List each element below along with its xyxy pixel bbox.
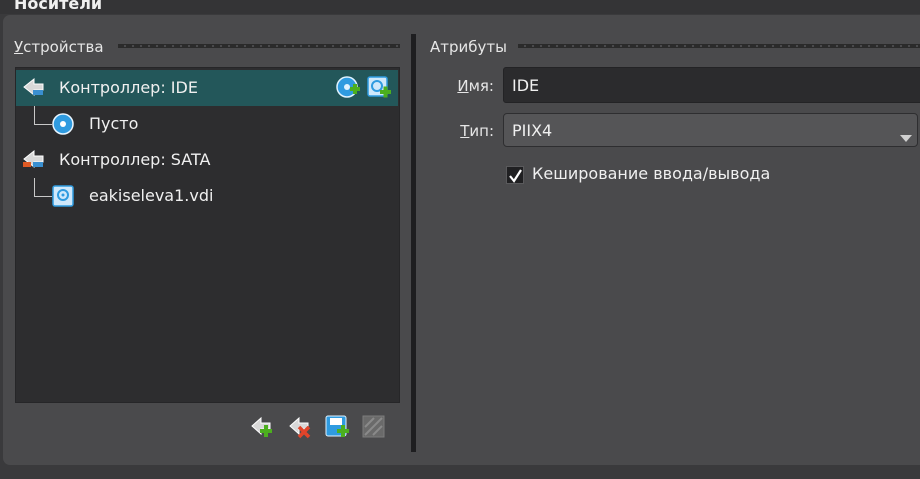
checkmark-icon: [509, 168, 522, 187]
panel-splitter[interactable]: [411, 34, 416, 452]
remove-controller-icon[interactable]: [288, 415, 312, 439]
add-optical-drive-icon[interactable]: [336, 76, 360, 104]
hard-disk-icon: [52, 185, 74, 211]
tree-item-label: Контроллер: SATA: [59, 150, 211, 169]
type-select-value: PIIX4: [512, 121, 553, 140]
controller-sata-icon: [21, 149, 45, 175]
optical-disk-icon: [52, 113, 74, 139]
tree-connector: [34, 178, 35, 196]
attributes-title-rule: [518, 44, 920, 48]
storage-tree[interactable]: Контроллер: IDE Пусто Контроллер: SATA e…: [15, 67, 400, 403]
type-label-rest: ип:: [469, 122, 494, 140]
tree-item-hard-disk[interactable]: eakiseleva1.vdi: [16, 178, 398, 214]
name-label-mnemonic: И: [457, 77, 469, 95]
tree-item-controller-ide[interactable]: Контроллер: IDE: [16, 70, 398, 106]
name-input[interactable]: IDE: [503, 67, 920, 103]
add-controller-icon[interactable]: [250, 415, 274, 439]
devices-title-rest: стройства: [23, 38, 104, 56]
name-label-rest: мя:: [468, 77, 494, 95]
io-cache-checkbox[interactable]: [506, 166, 524, 184]
tree-connector: [34, 106, 35, 124]
controller-ide-icon: [21, 77, 45, 103]
attributes-section-title: Атрибуты: [430, 38, 507, 56]
name-label: Имя:: [440, 77, 494, 95]
add-attachment-icon[interactable]: [325, 415, 349, 439]
devices-title-mnemonic: У: [14, 38, 24, 56]
type-label: Тип:: [440, 122, 494, 140]
devices-section-title: Устройства: [14, 38, 104, 56]
add-hard-disk-icon[interactable]: [367, 76, 391, 104]
tree-item-label: Пусто: [89, 114, 139, 133]
devices-title-rule: [118, 44, 400, 48]
tree-connector: [34, 196, 52, 197]
tree-item-empty-optical[interactable]: Пусто: [16, 106, 398, 142]
chevron-down-icon: [900, 127, 912, 146]
name-input-value: IDE: [512, 76, 540, 95]
io-cache-label[interactable]: Кеширование ввода/вывода: [532, 164, 770, 183]
tree-item-label: eakiseleva1.vdi: [89, 186, 214, 205]
type-select[interactable]: PIIX4: [503, 113, 918, 147]
tree-item-controller-sata[interactable]: Контроллер: SATA: [16, 142, 398, 178]
type-label-mnemonic: Т: [460, 122, 470, 140]
tree-connector: [34, 124, 52, 125]
page-title: Носители: [14, 0, 103, 13]
remove-attachment-icon[interactable]: [362, 415, 386, 439]
tree-item-label: Контроллер: IDE: [59, 78, 198, 97]
window-top-strip: [0, 0, 920, 14]
